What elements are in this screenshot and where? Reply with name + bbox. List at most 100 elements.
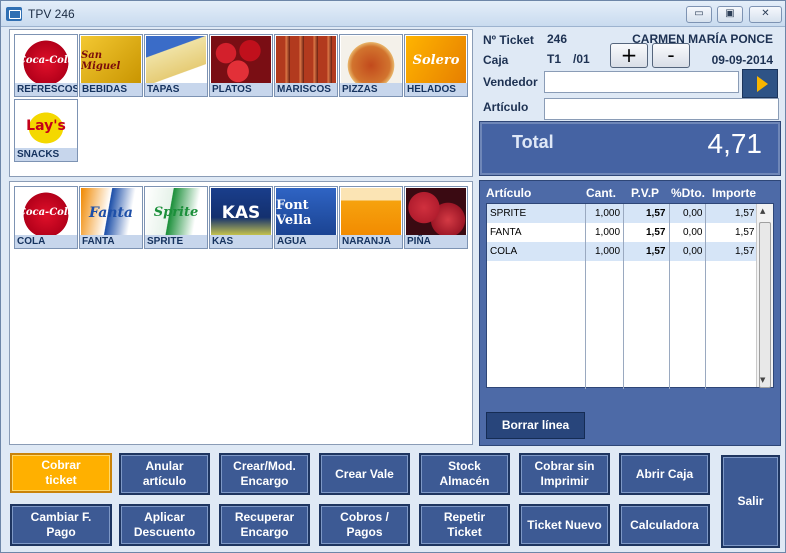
san-miguel-beer-image: San Miguel [81, 36, 141, 85]
pizza-image [341, 36, 401, 85]
category-tile-pizzas[interactable]: PIZZAS [339, 34, 403, 97]
table-row[interactable]: SPRITE 1,000 1,57 0,00 1,57 [487, 204, 757, 223]
cell-cant: 1,000 [595, 246, 621, 257]
product-tile-cola[interactable]: Coca-Cola COLA [14, 186, 78, 249]
stock-almacen-button[interactable]: Stock Almacén [419, 453, 510, 495]
product-tile-agua[interactable]: Font Vella AGUA [274, 186, 338, 249]
product-label: PIÑA [405, 235, 467, 248]
product-tile-sprite[interactable]: Sprite SPRITE [144, 186, 208, 249]
ticket-number-label: Nº Ticket [483, 33, 534, 47]
close-button[interactable]: ✕ [749, 6, 782, 23]
coca-cola-bottle-image: Coca-Cola [16, 36, 76, 85]
articulo-input[interactable] [544, 98, 779, 120]
cobros-pagos-button[interactable]: Cobros / Pagos [319, 504, 410, 546]
kas-limon-can-image: KAS [211, 188, 271, 237]
column-header-cant[interactable]: Cant. [586, 186, 616, 200]
cobrar-sin-imprimir-button[interactable]: Cobrar sin Imprimir [519, 453, 610, 495]
cell-pvp: 1,57 [646, 246, 666, 257]
anular-articulo-button[interactable]: Anular artículo [119, 453, 210, 495]
minimize-button[interactable]: ▭ [686, 6, 712, 23]
borrar-linea-button[interactable]: Borrar línea [486, 412, 585, 439]
column-header-pvp[interactable]: P.V.P [631, 186, 659, 200]
font-vella-water-image: Font Vella [276, 188, 336, 237]
category-label: REFRESCOS [15, 83, 77, 96]
window-title: TPV 246 [28, 7, 75, 21]
maximize-button[interactable]: ▣ [717, 6, 743, 23]
table-row[interactable]: COLA 1,000 1,57 0,00 1,57 [487, 242, 757, 261]
shrimp-image [276, 36, 336, 85]
category-tile-helados[interactable]: Solero HELADOS [404, 34, 468, 97]
product-tile-kas[interactable]: KAS KAS [209, 186, 273, 249]
articulo-label: Artículo [483, 100, 529, 114]
cell-importe: 1,57 [735, 246, 755, 257]
crear-vale-button[interactable]: Crear Vale [319, 453, 410, 495]
category-tile-refrescos[interactable]: Coca-Cola REFRESCOS [14, 34, 78, 97]
ticket-nuevo-button[interactable]: Ticket Nuevo [519, 504, 610, 546]
product-label: SPRITE [145, 235, 207, 248]
pineapple-image [406, 188, 466, 237]
category-label: BEBIDAS [80, 83, 142, 96]
solero-ice-cream-image: Solero [406, 36, 466, 85]
crear-mod-encargo-button[interactable]: Crear/Mod. Encargo [219, 453, 310, 495]
category-tile-tapas[interactable]: TAPAS [144, 34, 208, 97]
caja-suffix: /01 [573, 52, 590, 66]
column-header-dto[interactable]: %Dto. [671, 186, 705, 200]
cell-articulo: SPRITE [490, 208, 527, 219]
cell-dto: 0,00 [683, 208, 703, 219]
recuperar-encargo-button[interactable]: Recuperar Encargo [219, 504, 310, 546]
cell-articulo: FANTA [490, 227, 522, 238]
product-tile-pina[interactable]: PIÑA [404, 186, 468, 249]
category-label: MARISCOS [275, 83, 337, 96]
sprite-can-image: Sprite [146, 188, 206, 237]
cell-cant: 1,000 [595, 227, 621, 238]
cell-pvp: 1,57 [646, 208, 666, 219]
category-label: PIZZAS [340, 83, 402, 96]
ticket-lines-panel: Artículo Cant. P.V.P %Dto. Importe SPRIT… [479, 180, 781, 446]
product-label: AGUA [275, 235, 337, 248]
product-label: FANTA [80, 235, 142, 248]
cambiar-forma-pago-button[interactable]: Cambiar F. Pago [10, 504, 112, 546]
plus-button[interactable]: + [610, 43, 648, 68]
table-scrollbar[interactable]: ▲ ▼ [756, 204, 773, 388]
category-panel: Coca-Cola REFRESCOS San Miguel BEBIDAS T… [9, 29, 473, 177]
ticket-date: 09-09-2014 [711, 53, 773, 67]
product-tile-fanta[interactable]: Fanta FANTA [79, 186, 143, 249]
category-tile-mariscos[interactable]: MARISCOS [274, 34, 338, 97]
product-panel: Coca-Cola COLA Fanta FANTA Sprite SPRITE… [9, 181, 473, 445]
app-icon [6, 7, 22, 21]
category-label: TAPAS [145, 83, 207, 96]
cell-cant: 1,000 [595, 208, 621, 219]
product-label: NARANJA [340, 235, 402, 248]
category-tile-bebidas[interactable]: San Miguel BEBIDAS [79, 34, 143, 97]
table-row[interactable]: FANTA 1,000 1,57 0,00 1,57 [487, 223, 757, 242]
vendedor-input[interactable] [544, 71, 739, 93]
calculadora-button[interactable]: Calculadora [619, 504, 710, 546]
scroll-down-icon[interactable]: ▼ [760, 376, 765, 384]
column-divider [623, 204, 624, 389]
cell-articulo: COLA [490, 246, 518, 257]
scroll-thumb[interactable] [759, 222, 771, 388]
product-label: KAS [210, 235, 272, 248]
title-bar: TPV 246 ▭ ▣ ✕ [1, 1, 785, 27]
category-tile-snacks[interactable]: Lay's SNACKS [14, 99, 78, 162]
repetir-ticket-button[interactable]: Repetir Ticket [419, 504, 510, 546]
vendedor-arrow-button[interactable] [742, 69, 778, 98]
category-label: PLATOS [210, 83, 272, 96]
product-tile-naranja[interactable]: NARANJA [339, 186, 403, 249]
aplicar-descuento-button[interactable]: Aplicar Descuento [119, 504, 210, 546]
column-header-articulo[interactable]: Artículo [486, 186, 531, 200]
category-label: SNACKS [15, 148, 77, 161]
caja-label: Caja [483, 53, 509, 67]
total-value: 4,71 [707, 128, 763, 159]
minus-button[interactable]: - [652, 43, 690, 68]
column-header-importe[interactable]: Importe [712, 186, 756, 200]
scroll-up-icon[interactable]: ▲ [760, 207, 765, 215]
ticket-number: 246 [547, 32, 568, 46]
salir-button[interactable]: Salir [721, 455, 780, 548]
category-tile-platos[interactable]: PLATOS [209, 34, 273, 97]
strawberries-dish-image [211, 36, 271, 85]
coca-cola-bottle-image: Coca-Cola [16, 188, 76, 237]
abrir-caja-button[interactable]: Abrir Caja [619, 453, 710, 495]
cobrar-ticket-button[interactable]: Cobrar ticket [10, 453, 112, 493]
product-label: COLA [15, 235, 77, 248]
